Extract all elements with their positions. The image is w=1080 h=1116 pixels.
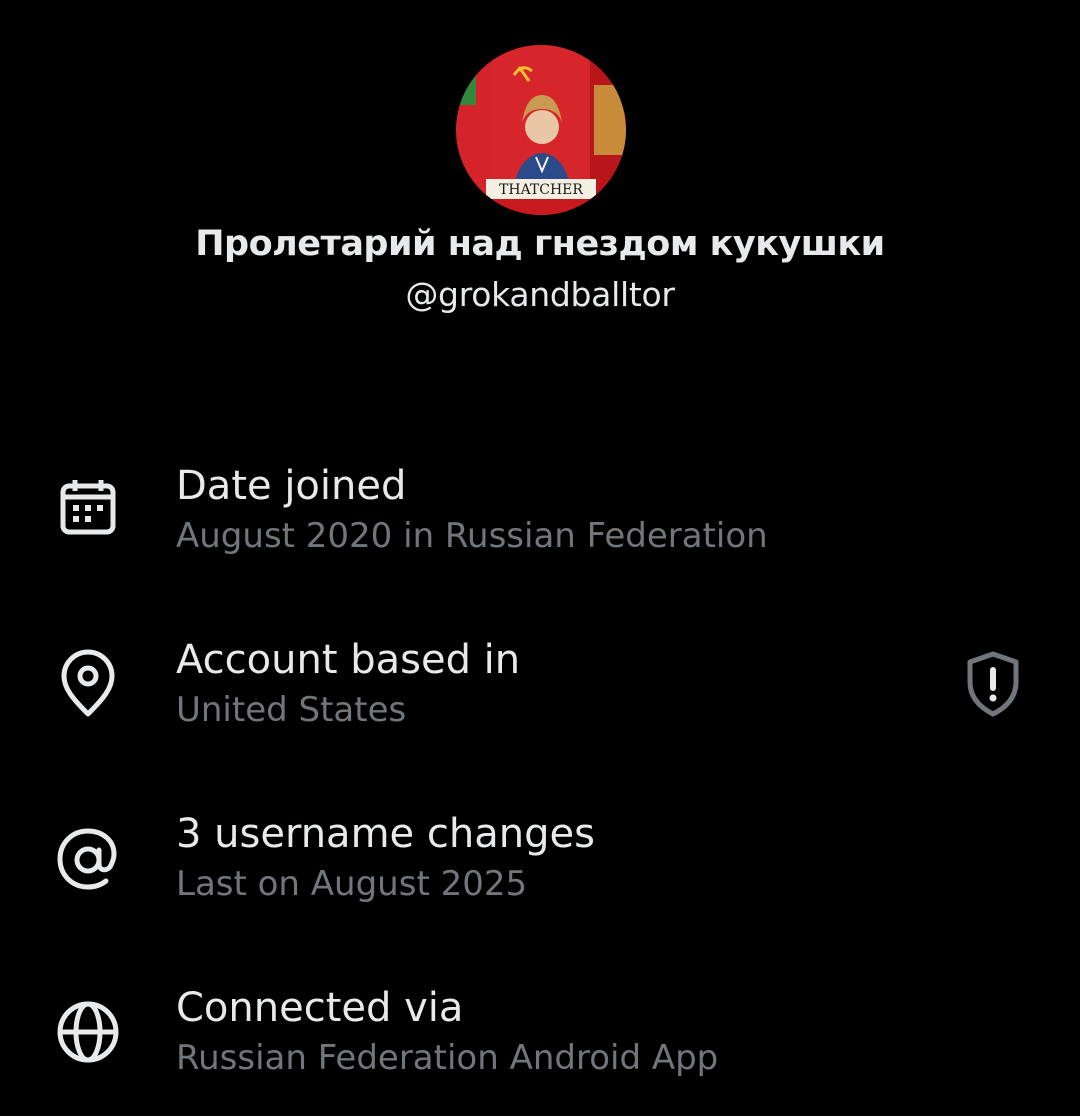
date-joined-title: Date joined: [176, 463, 407, 509]
connected-via-title: Connected via: [176, 985, 464, 1031]
avatar-image: THATCHER: [456, 45, 626, 215]
info-row-account-based-in: Account based in United States: [0, 634, 1080, 744]
connected-via-value: Russian Federation Android App: [176, 1038, 719, 1078]
info-row-connected-via: Connected via Russian Federation Android…: [0, 982, 1080, 1092]
account-based-in-title: Account based in: [176, 637, 521, 683]
at-sign-icon: [52, 824, 124, 896]
display-name: Пролетарий над гнездом кукушки: [195, 224, 885, 264]
avatar-caption: THATCHER: [499, 182, 583, 198]
profile-avatar[interactable]: THATCHER: [456, 45, 626, 215]
username-changes-title: 3 username changes: [176, 811, 595, 857]
profile-header: THATCHER Пролетарий над гнездом кукушки …: [0, 0, 1080, 330]
info-row-username-changes: 3 username changes Last on August 2025: [0, 808, 1080, 918]
calendar-icon: [52, 472, 124, 544]
globe-icon: [52, 996, 124, 1068]
username-changes-value: Last on August 2025: [176, 864, 528, 904]
location-pin-icon: [52, 648, 124, 720]
account-based-in-value: United States: [176, 690, 407, 730]
username-handle: @grokandballtor: [405, 275, 675, 314]
shield-alert-icon[interactable]: [958, 648, 1028, 718]
info-row-date-joined: Date joined August 2020 in Russian Feder…: [0, 460, 1080, 570]
date-joined-value: August 2020 in Russian Federation: [176, 516, 768, 556]
